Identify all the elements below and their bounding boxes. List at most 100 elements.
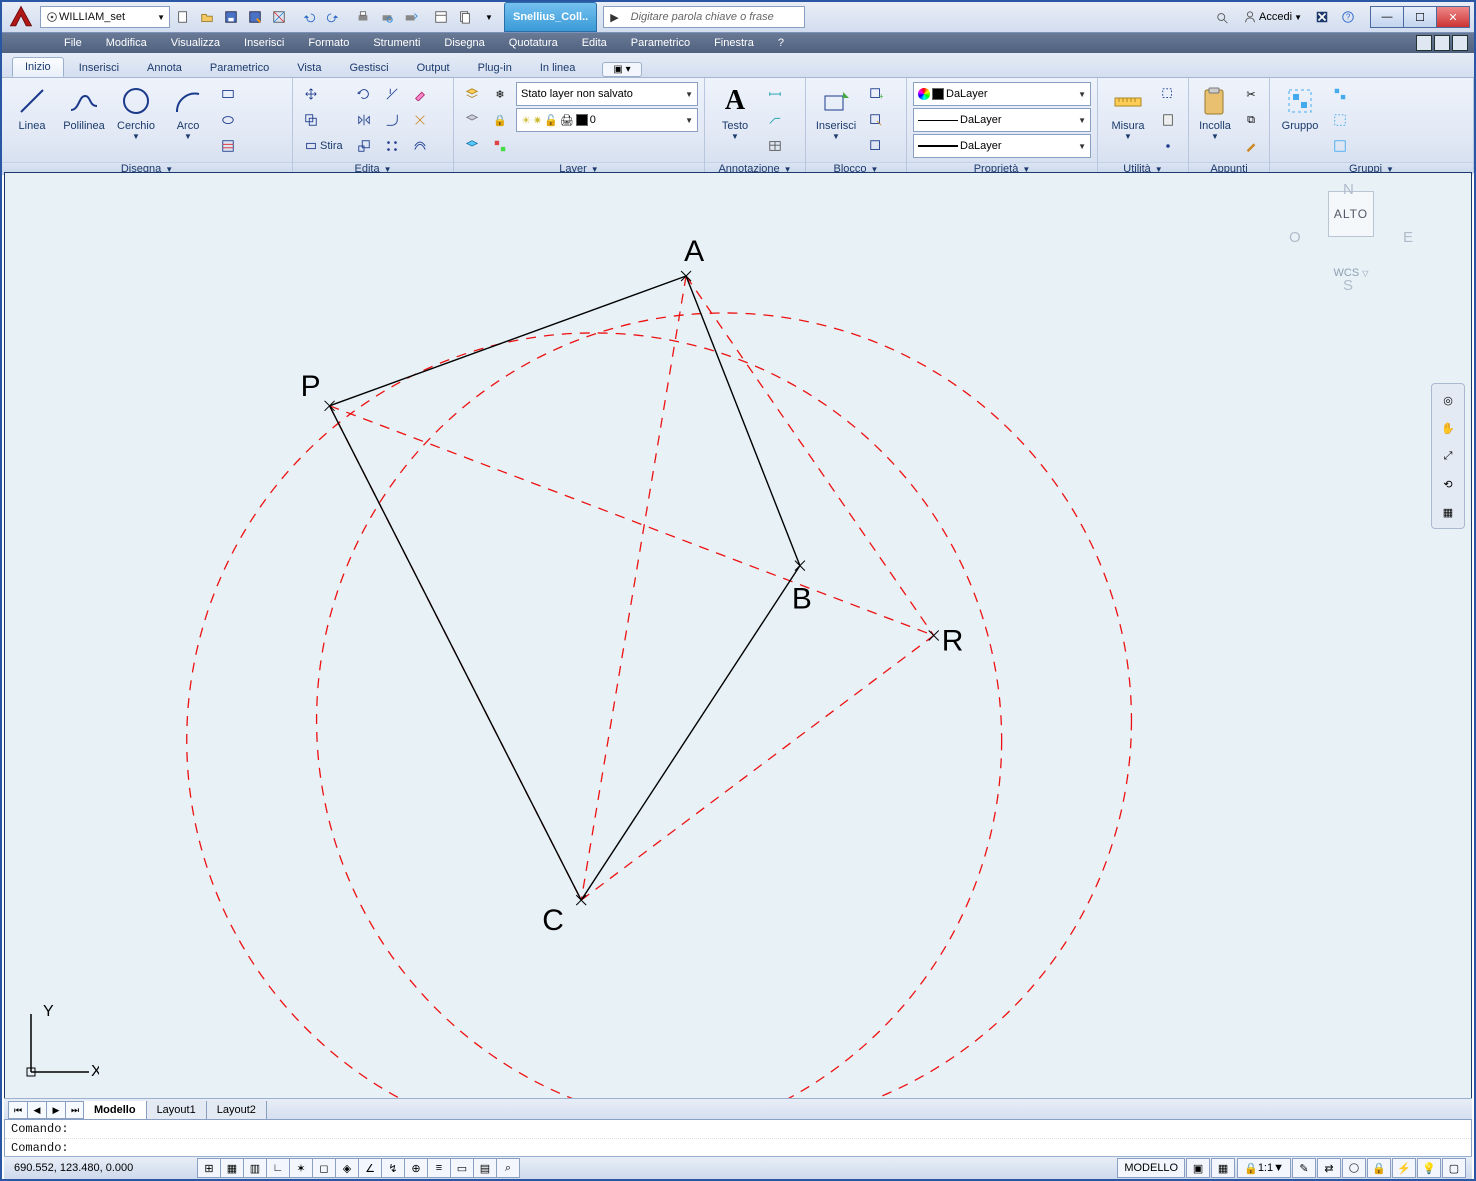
annovis-toggle[interactable]: ✎ — [1292, 1158, 1316, 1178]
dyn-toggle[interactable]: ⊕ — [404, 1158, 428, 1178]
minimize-button[interactable]: — — [1370, 6, 1404, 28]
showmotion-button[interactable]: ▦ — [1436, 500, 1460, 524]
layer-dropdown[interactable]: ☀✷🔓🖨 0 ▼ — [516, 108, 698, 132]
snap-toggle[interactable]: ▦ — [220, 1158, 244, 1178]
select-button[interactable] — [1156, 82, 1180, 106]
tpy-toggle[interactable]: ▭ — [450, 1158, 474, 1178]
tab-plugin[interactable]: Plug-in — [465, 58, 525, 77]
save-button[interactable] — [220, 6, 242, 28]
hatch-button[interactable] — [216, 134, 240, 158]
new-button[interactable] — [172, 6, 194, 28]
osnap-toggle[interactable]: ◻ — [312, 1158, 336, 1178]
ducs-toggle[interactable]: ↯ — [381, 1158, 405, 1178]
properties-button[interactable] — [430, 6, 452, 28]
arco-button[interactable]: Arco▼ — [164, 82, 212, 141]
cerchio-button[interactable]: Cerchio▼ — [112, 82, 160, 141]
tab-annota[interactable]: Annota — [134, 58, 195, 77]
incolla-button[interactable]: Incolla▼ — [1195, 82, 1235, 141]
ellipse-button[interactable] — [216, 108, 240, 132]
search-input[interactable]: ▶ Digitare parola chiave o frase — [603, 6, 805, 28]
menu-parametrico[interactable]: Parametrico — [619, 33, 702, 53]
id-button[interactable] — [1156, 134, 1180, 158]
print-button[interactable] — [352, 6, 374, 28]
tab-inlinea[interactable]: In linea — [527, 58, 588, 77]
lineweight-dropdown[interactable]: DaLayer▼ — [913, 108, 1091, 132]
maximize-button[interactable]: ☐ — [1403, 6, 1437, 28]
inserisci-button[interactable]: Inserisci▼ — [812, 82, 860, 141]
copy-button[interactable] — [299, 108, 323, 132]
document-tab[interactable]: Snellius_Coll.. — [504, 2, 597, 32]
rectangle-button[interactable] — [216, 82, 240, 106]
coords-readout[interactable]: 690.552, 123.480, 0.000 — [4, 1162, 194, 1174]
matchprop-button[interactable] — [1239, 134, 1263, 158]
layerprops-button[interactable] — [460, 82, 484, 106]
layerlock-button[interactable]: 🔒 — [488, 108, 512, 132]
tab-last-button[interactable]: ⏭ — [65, 1101, 85, 1119]
tab-gestisci[interactable]: Gestisci — [336, 58, 401, 77]
redo-button[interactable] — [322, 6, 344, 28]
ortho-toggle[interactable]: ∟ — [266, 1158, 290, 1178]
scale-button[interactable] — [352, 134, 376, 158]
menu-disegna[interactable]: Disegna — [432, 33, 496, 53]
mdi-minimize[interactable] — [1416, 35, 1432, 51]
layermatch-button[interactable] — [488, 134, 512, 158]
sheetset-button[interactable] — [454, 6, 476, 28]
layerstate-dropdown[interactable]: Stato layer non salvato▼ — [516, 82, 698, 106]
app-menu-button[interactable] — [2, 2, 40, 32]
linetype-dropdown[interactable]: DaLayer▼ — [913, 134, 1091, 158]
sc-toggle[interactable]: ⌕ — [496, 1158, 520, 1178]
gruppo-button[interactable]: Gruppo — [1276, 82, 1324, 132]
model-space-button[interactable]: MODELLO — [1117, 1158, 1185, 1178]
dimlinear-button[interactable] — [763, 82, 787, 106]
ribbon-extra-button[interactable]: ▣ ▾ — [602, 62, 641, 77]
leader-button[interactable] — [763, 108, 787, 132]
edit-block-button[interactable] — [864, 108, 888, 132]
plot-styles-button[interactable] — [268, 6, 290, 28]
tab-next-button[interactable]: ▶ — [46, 1101, 66, 1119]
orbit-button[interactable]: ⟲ — [1436, 472, 1460, 496]
grid-toggle[interactable]: ▥ — [243, 1158, 267, 1178]
menu-strumenti[interactable]: Strumenti — [361, 33, 432, 53]
print-preview-button[interactable] — [376, 6, 398, 28]
stretch-button[interactable]: Stira — [299, 134, 348, 158]
menu-file[interactable]: File — [52, 33, 94, 53]
zoom-extents-button[interactable]: ⤢ — [1436, 444, 1460, 468]
otrack-toggle[interactable]: ∠ — [358, 1158, 382, 1178]
fillet-button[interactable] — [380, 108, 404, 132]
drawing-area[interactable]: A P B R C N O E S ALTO WCS ▽ ◎ ✋ ⤢ ⟲ ▦ — [4, 172, 1472, 1099]
menu-modifica[interactable]: Modifica — [94, 33, 159, 53]
trim-button[interactable] — [380, 82, 404, 106]
layeroff-button[interactable] — [460, 108, 484, 132]
layerfreeze-button[interactable]: ❄ — [488, 82, 512, 106]
saveas-button[interactable] — [244, 6, 266, 28]
infocenter-button[interactable] — [1212, 6, 1234, 28]
quickcalc-button[interactable] — [1156, 108, 1180, 132]
isolate-button[interactable]: 💡 — [1417, 1158, 1441, 1178]
table-button[interactable] — [763, 134, 787, 158]
menu-visualizza[interactable]: Visualizza — [159, 33, 232, 53]
infer-toggle[interactable]: ⊞ — [197, 1158, 221, 1178]
groupmgr-button[interactable] — [1328, 134, 1352, 158]
menu-help[interactable]: ? — [766, 33, 796, 53]
tab-output[interactable]: Output — [404, 58, 463, 77]
polar-toggle[interactable]: ✶ — [289, 1158, 313, 1178]
toolbar-lock-button[interactable]: 🔒 — [1367, 1158, 1391, 1178]
tab-first-button[interactable]: ⏮ — [8, 1101, 28, 1119]
3dosnap-toggle[interactable]: ◈ — [335, 1158, 359, 1178]
help-button[interactable]: ? — [1337, 6, 1359, 28]
array-button[interactable] — [380, 134, 404, 158]
command-line[interactable]: Comando: Comando: — [4, 1119, 1472, 1157]
ungroup-button[interactable] — [1328, 82, 1352, 106]
undo-button[interactable] — [298, 6, 320, 28]
exchange-button[interactable] — [1311, 6, 1333, 28]
tab-layout1[interactable]: Layout1 — [146, 1101, 207, 1120]
ws-switch-button[interactable] — [1342, 1158, 1366, 1178]
menu-inserisci[interactable]: Inserisci — [232, 33, 296, 53]
testo-button[interactable]: ATesto▼ — [711, 82, 759, 141]
menu-formato[interactable]: Formato — [296, 33, 361, 53]
tab-vista[interactable]: Vista — [284, 58, 334, 77]
pan-button[interactable]: ✋ — [1436, 416, 1460, 440]
steeringwheel-button[interactable]: ◎ — [1436, 388, 1460, 412]
tab-prev-button[interactable]: ◀ — [27, 1101, 47, 1119]
rotate-button[interactable] — [352, 82, 376, 106]
